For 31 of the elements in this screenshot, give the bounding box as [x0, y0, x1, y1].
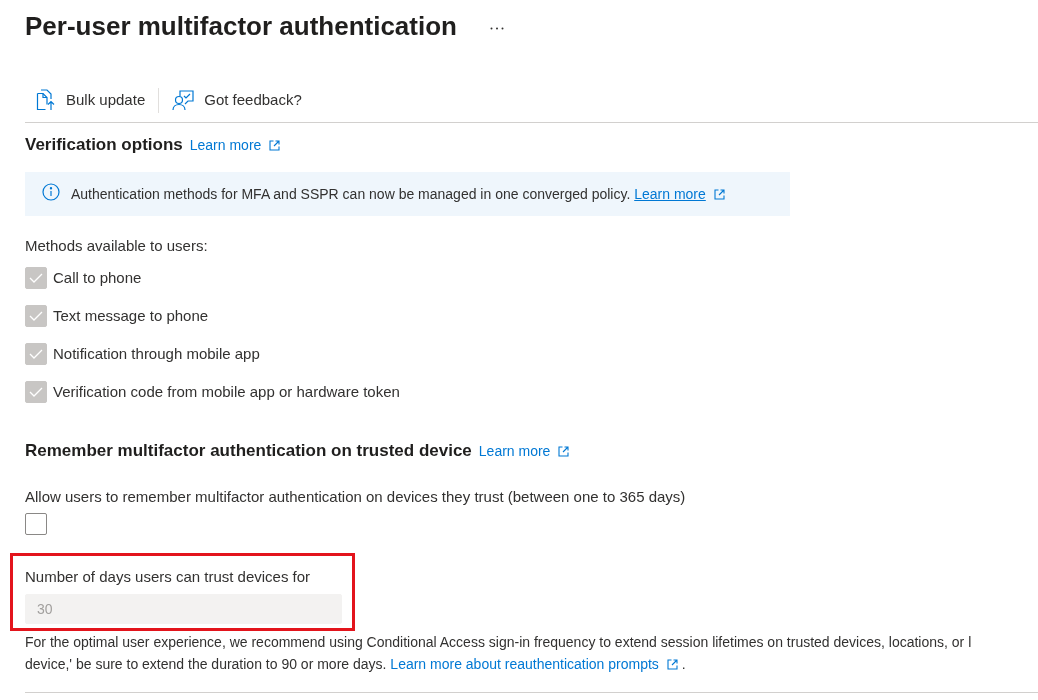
- toolbar-button[interactable]: Bulk update: [35, 84, 147, 116]
- documents-upload-icon: [36, 89, 56, 111]
- external-link-icon: [558, 445, 570, 457]
- checkbox-label: Call to phone: [53, 267, 142, 288]
- note-text: For the optimal user experience, we recommend using Conditional Access sign-in frequency to extend session lifetimes on trusted devices, locations, or l device,' be sure to extend the duration to 90 or more days. Learn more about reauthentication prompts .: [25, 633, 973, 674]
- check-icon: [29, 387, 43, 397]
- field-label: Number of days users can trust devices for: [25, 567, 312, 587]
- methods-label: Methods available to users:: [25, 236, 209, 256]
- check-icon: [29, 349, 43, 359]
- ellipsis-icon: [489, 26, 504, 30]
- external-link-icon: [269, 139, 281, 151]
- check-icon: [29, 311, 43, 321]
- checkbox-label: Notification through mobile app: [53, 343, 260, 364]
- checkbox[interactable]: [25, 513, 47, 535]
- learn-more-link[interactable]: Learn more: [478, 440, 570, 462]
- banner-text: Authentication methods for MFA and SSPR can now be managed in one converged policy. Learn more: [71, 183, 725, 205]
- learn-more-link[interactable]: Learn more: [634, 185, 725, 202]
- toolbar-button[interactable]: Got feedback?: [171, 84, 303, 116]
- info-icon: [42, 183, 60, 201]
- section-heading: Remember multifactor authentication on trusted device: [25, 440, 472, 463]
- learn-more-link[interactable]: Learn more: [189, 134, 281, 156]
- check-icon: [29, 273, 43, 283]
- allow-label: Allow users to remember multifactor authentication on devices they trust (between one to 365 days): [25, 487, 687, 507]
- page-title: Per-user multifactor authentication: [25, 10, 457, 43]
- person-feedback-icon: [172, 89, 195, 111]
- external-link-icon: [713, 188, 725, 200]
- checkbox-label: Verification code from mobile app or hardware token: [53, 381, 400, 402]
- section-heading: Verification options: [25, 134, 183, 157]
- checkbox-label: Text message to phone: [53, 305, 209, 326]
- reauthentication-link[interactable]: Learn more about reauthentication prompts: [390, 656, 678, 672]
- external-link-icon: [666, 659, 678, 670]
